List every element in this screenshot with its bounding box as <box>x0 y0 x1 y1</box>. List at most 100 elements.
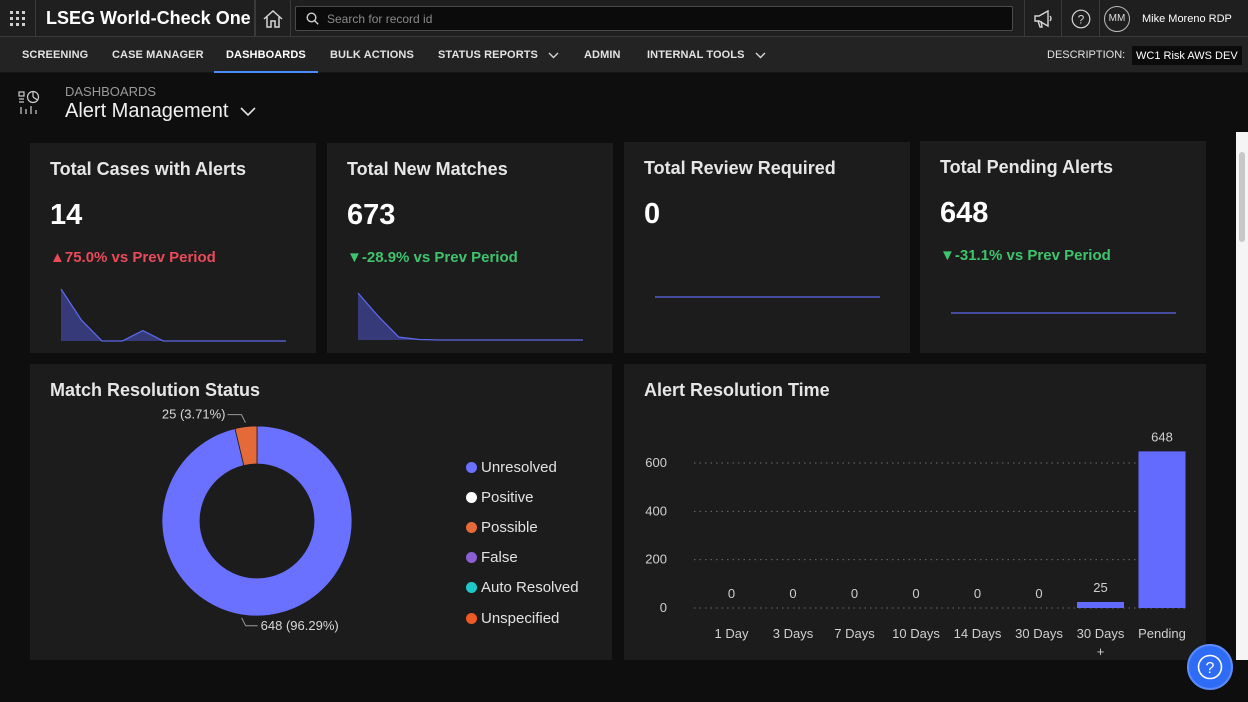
data-label: 0 <box>851 586 858 601</box>
legend-label: Unresolved <box>481 458 557 476</box>
nav-admin[interactable]: ADMIN <box>584 37 621 73</box>
legend-swatch <box>466 491 477 503</box>
x-tick-label: 30 Days <box>1077 626 1125 641</box>
data-label: 0 <box>728 586 735 601</box>
match-resolution-card: Match Resolution Status 25 (3.71%) 648 (9… <box>30 364 612 660</box>
x-tick-label: 14 Days <box>954 626 1002 641</box>
kpi-title: Total Pending Alerts <box>940 157 1114 177</box>
kpi-card-new-matches: Total New Matches 673 ▼-28.9% vs Prev Pe… <box>327 143 613 353</box>
sparkline-line <box>60 288 286 342</box>
announcements-button[interactable] <box>1024 0 1062 37</box>
nav-label: SCREENING <box>22 49 89 61</box>
chart-legend: Unresolved Positive Possible False Auto Reso… <box>466 452 579 633</box>
y-tick-label: 600 <box>645 455 667 470</box>
callout-label: 648 (96.29%) <box>261 618 339 633</box>
svg-text:?: ? <box>1077 12 1084 26</box>
trend-up-icon: ▲ <box>50 249 65 266</box>
data-label: 0 <box>789 586 796 601</box>
legend-swatch <box>466 612 477 624</box>
page-title: Alert Management <box>65 100 229 122</box>
legend-swatch <box>466 552 477 564</box>
nav-case-manager[interactable]: CASE MANAGER <box>112 37 204 73</box>
home-button[interactable] <box>255 0 291 37</box>
nav-internal-tools[interactable]: INTERNAL TOOLS <box>647 37 766 73</box>
legend-swatch <box>466 521 477 533</box>
trend-down-icon: ▼ <box>347 249 362 266</box>
app-title[interactable]: LSEG World-Check One <box>36 0 255 37</box>
x-tick-label: 3 Days <box>773 626 814 641</box>
legend-label: False <box>481 549 518 567</box>
megaphone-icon <box>1034 9 1052 28</box>
kpi-card-pending-alerts: Total Pending Alerts 648 ▼-31.1% vs Prev… <box>920 141 1206 353</box>
description-label: DESCRIPTION: <box>1047 49 1126 61</box>
legend-label: Possible <box>481 518 538 536</box>
trend-down-icon: ▼ <box>940 247 955 264</box>
svg-text:?: ? <box>1206 660 1215 677</box>
nav-dashboards[interactable]: DASHBOARDS <box>214 37 318 73</box>
home-icon <box>263 9 283 28</box>
nav-label: BULK ACTIONS <box>330 49 414 61</box>
alert-resolution-card: Alert Resolution Time 0 200 400 600 0 1 Day 0 3… <box>624 364 1206 660</box>
sparkline-area <box>358 293 583 340</box>
legend-swatch <box>466 582 477 594</box>
data-label: 648 <box>1151 429 1173 444</box>
nav-label: STATUS REPORTS <box>438 49 538 61</box>
legend-item[interactable]: Unresolved <box>466 452 579 482</box>
legend-label: Unspecified <box>481 609 560 627</box>
page-scrollbar[interactable] <box>1236 132 1248 660</box>
legend-label: Positive <box>481 488 534 506</box>
kpi-trend: ▼-31.1% vs Prev Period <box>940 247 1111 264</box>
callout-label: 25 (3.71%) <box>162 407 226 422</box>
x-tick-label: + <box>1097 644 1105 659</box>
dashboard-icon <box>18 90 40 114</box>
avatar: MM <box>1104 5 1130 32</box>
kpi-trend: ▼-28.9% vs Prev Period <box>347 249 518 266</box>
x-tick-label: Pending <box>1138 626 1186 641</box>
kpi-title: Total Review Required <box>644 158 836 178</box>
data-label: 25 <box>1093 580 1107 595</box>
grid-icon <box>9 10 25 26</box>
help-button[interactable]: ? <box>1062 0 1100 37</box>
chart-title: Match Resolution Status <box>50 380 261 400</box>
help-floating-button[interactable]: ? <box>1187 644 1233 690</box>
legend-swatch <box>466 461 477 473</box>
legend-item[interactable]: Unspecified <box>466 603 579 633</box>
data-label: 0 <box>1035 586 1042 601</box>
app-launcher-button[interactable] <box>0 0 36 37</box>
legend-item[interactable]: Positive <box>466 482 579 512</box>
callout-line <box>227 414 246 423</box>
x-tick-label: 7 Days <box>834 626 875 641</box>
nav-label: CASE MANAGER <box>112 49 204 61</box>
main-nav: SCREENING CASE MANAGER DASHBOARDS BULK A… <box>0 37 1248 73</box>
x-tick-label: 30 Days <box>1015 626 1063 641</box>
legend-item[interactable]: Possible <box>466 512 579 542</box>
search-icon <box>306 12 319 25</box>
legend-item[interactable]: False <box>466 543 579 573</box>
kpi-value: 0 <box>644 198 661 230</box>
search-input[interactable] <box>327 11 927 26</box>
scrollbar-thumb[interactable] <box>1239 152 1245 242</box>
kpi-title: Total New Matches <box>347 159 508 179</box>
kpi-card-review-required: Total Review Required 0 <box>624 142 910 353</box>
kpi-sparkline <box>357 292 583 341</box>
search-box[interactable] <box>295 6 1013 31</box>
nav-label: DASHBOARDS <box>226 49 306 61</box>
legend-label: Auto Resolved <box>481 579 579 597</box>
legend-item[interactable]: Auto Resolved <box>466 573 579 603</box>
donut-chart: 25 (3.71%) 648 (96.29%) <box>161 407 353 633</box>
nav-screening[interactable]: SCREENING <box>22 37 88 73</box>
bar <box>1077 601 1124 608</box>
user-menu[interactable]: MM Mike Moreno RDP <box>1100 0 1248 37</box>
nav-bulk-actions[interactable]: BULK ACTIONS <box>330 37 414 73</box>
y-tick-label: 0 <box>660 600 667 615</box>
breadcrumb[interactable]: DASHBOARDS <box>65 84 156 99</box>
chevron-down-icon <box>240 107 256 116</box>
dashboard-selector[interactable]: Alert Management <box>65 100 256 123</box>
nav-status-reports[interactable]: STATUS REPORTS <box>438 37 559 73</box>
kpi-value: 673 <box>347 199 396 231</box>
x-tick-label: 10 Days <box>892 626 940 641</box>
kpi-value: 14 <box>50 199 83 231</box>
y-tick-label: 200 <box>645 552 667 567</box>
top-bar: LSEG World-Check One ? MM Mike Moreno RD… <box>0 0 1248 37</box>
chevron-down-icon <box>755 52 766 58</box>
